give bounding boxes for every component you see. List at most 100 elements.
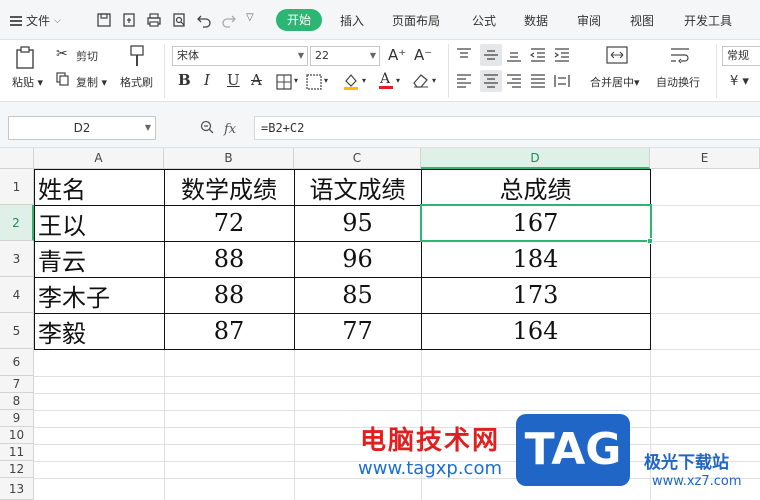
row-header-13[interactable]: 13 [0, 478, 34, 500]
column-header-e[interactable]: E [650, 148, 760, 169]
align-top-icon[interactable] [456, 48, 472, 65]
cell-a4[interactable]: 李木子 [34, 277, 164, 313]
wrap-text-icon[interactable] [670, 46, 690, 67]
redo-icon[interactable] [221, 12, 237, 28]
cell-c4[interactable]: 85 [294, 277, 421, 313]
row-header-4[interactable]: 4 [0, 277, 34, 313]
chevron-down-icon[interactable]: ▾ [396, 76, 400, 85]
row-header-5[interactable]: 5 [0, 313, 34, 349]
row-header-6[interactable]: 6 [0, 349, 34, 376]
tab-formulas[interactable]: 公式 [472, 12, 496, 29]
tab-review[interactable]: 审阅 [577, 12, 601, 29]
select-all-corner[interactable] [0, 148, 34, 169]
underline-icon[interactable]: U [227, 71, 240, 89]
row-header-1[interactable]: 1 [0, 169, 34, 205]
cut-button[interactable]: 剪切 [76, 48, 98, 64]
tab-page-layout[interactable]: 页面布局 [392, 12, 440, 29]
increase-font-icon[interactable]: A⁺ [388, 46, 406, 64]
name-box[interactable]: D2 ▼ [8, 116, 156, 140]
cell-d4[interactable]: 173 [421, 277, 650, 313]
wrap-text-button[interactable]: 自动换行 [656, 74, 700, 90]
cell-d1[interactable]: 总成绩 [421, 169, 650, 205]
cell-style-icon[interactable] [306, 74, 322, 93]
row-header-2[interactable]: 2 [0, 205, 34, 241]
currency-format-button[interactable]: ¥ ▾ [730, 74, 749, 89]
print-preview-icon[interactable] [171, 12, 187, 28]
cell-b5[interactable]: 87 [164, 313, 294, 349]
column-header-a[interactable]: A [34, 148, 164, 169]
eraser-icon[interactable] [412, 72, 430, 91]
paste-icon[interactable] [14, 46, 36, 73]
align-bottom-icon[interactable] [506, 48, 522, 65]
cell-a1[interactable]: 姓名 [34, 169, 164, 205]
strikethrough-icon[interactable]: A [251, 71, 262, 89]
font-size-select[interactable]: 22 ▼ [310, 46, 380, 66]
increase-indent-icon[interactable] [554, 48, 570, 65]
cell-a3[interactable]: 青云 [34, 241, 164, 277]
distribute-icon[interactable] [554, 74, 570, 91]
gridline-horizontal [651, 205, 760, 206]
column-header-b[interactable]: B [164, 148, 294, 169]
chevron-down-icon[interactable]: ▾ [362, 76, 366, 85]
print-icon[interactable] [146, 12, 162, 28]
font-name-select[interactable]: 宋体 ▼ [172, 46, 308, 66]
cell-b1[interactable]: 数学成绩 [164, 169, 294, 205]
chevron-down-icon[interactable]: ▾ [324, 76, 328, 85]
fill-color-icon[interactable] [342, 72, 360, 93]
file-menu[interactable]: 文件 ⌵ [10, 12, 61, 29]
row-header-7[interactable]: 7 [0, 376, 34, 393]
row-header-11[interactable]: 11 [0, 444, 34, 461]
cell-c5[interactable]: 77 [294, 313, 421, 349]
column-header-c[interactable]: C [294, 148, 421, 169]
cell-d3[interactable]: 184 [421, 241, 650, 277]
row-header-12[interactable]: 12 [0, 461, 34, 478]
formula-input[interactable]: =B2+C2 [254, 116, 760, 140]
watermark-logo: TAG [516, 414, 630, 486]
align-right-icon[interactable] [506, 74, 522, 91]
cell-c1[interactable]: 语文成绩 [294, 169, 421, 205]
row-header-10[interactable]: 10 [0, 427, 34, 444]
merge-center-icon[interactable] [606, 46, 628, 67]
cell-b3[interactable]: 88 [164, 241, 294, 277]
save-icon[interactable] [96, 12, 112, 28]
italic-icon[interactable]: I [204, 71, 210, 89]
cell-b4[interactable]: 88 [164, 277, 294, 313]
merge-center-button[interactable]: 合并居中▾ [590, 74, 640, 90]
fx-icon[interactable]: fx [224, 122, 236, 137]
bold-icon[interactable]: B [178, 71, 191, 89]
undo-icon[interactable] [196, 12, 212, 28]
tab-view[interactable]: 视图 [630, 12, 654, 29]
decrease-indent-icon[interactable] [529, 48, 546, 65]
row-header-9[interactable]: 9 [0, 410, 34, 427]
column-header-d[interactable]: D [421, 148, 650, 169]
chevron-down-icon[interactable]: ▾ [432, 76, 436, 85]
tab-home[interactable]: 开始 [276, 9, 322, 31]
chevron-down-icon[interactable]: ▾ [294, 76, 298, 85]
cell-c3[interactable]: 96 [294, 241, 421, 277]
cell-b2[interactable]: 72 [164, 205, 294, 241]
tab-developer[interactable]: 开发工具 [684, 12, 732, 29]
align-left-icon[interactable] [456, 74, 472, 91]
customize-toolbar-icon[interactable]: ▽ [246, 12, 262, 28]
cell-a5[interactable]: 李毅 [34, 313, 164, 349]
export-pdf-icon[interactable] [121, 12, 137, 28]
row-header-3[interactable]: 3 [0, 241, 34, 277]
copy-button[interactable]: 复制 ▾ [76, 74, 107, 90]
paste-button[interactable]: 粘贴 ▾ [12, 74, 43, 90]
font-color-icon[interactable]: A [378, 70, 394, 93]
tab-insert[interactable]: 插入 [340, 12, 364, 29]
decrease-font-icon[interactable]: A⁻ [414, 46, 432, 64]
number-format-select[interactable]: 常规 [722, 46, 760, 66]
border-icon[interactable] [276, 74, 292, 93]
cell-d5[interactable]: 164 [421, 313, 650, 349]
align-center-icon[interactable] [480, 70, 502, 92]
row-header-8[interactable]: 8 [0, 393, 34, 410]
tab-data[interactable]: 数据 [524, 12, 548, 29]
zoom-icon[interactable] [200, 120, 214, 138]
align-middle-icon[interactable] [480, 44, 502, 66]
format-painter-button[interactable]: 格式刷 [120, 74, 153, 90]
justify-icon[interactable] [530, 74, 546, 91]
cell-a2[interactable]: 王以 [34, 205, 164, 241]
cell-c2[interactable]: 95 [294, 205, 421, 241]
fill-handle[interactable] [647, 238, 653, 244]
